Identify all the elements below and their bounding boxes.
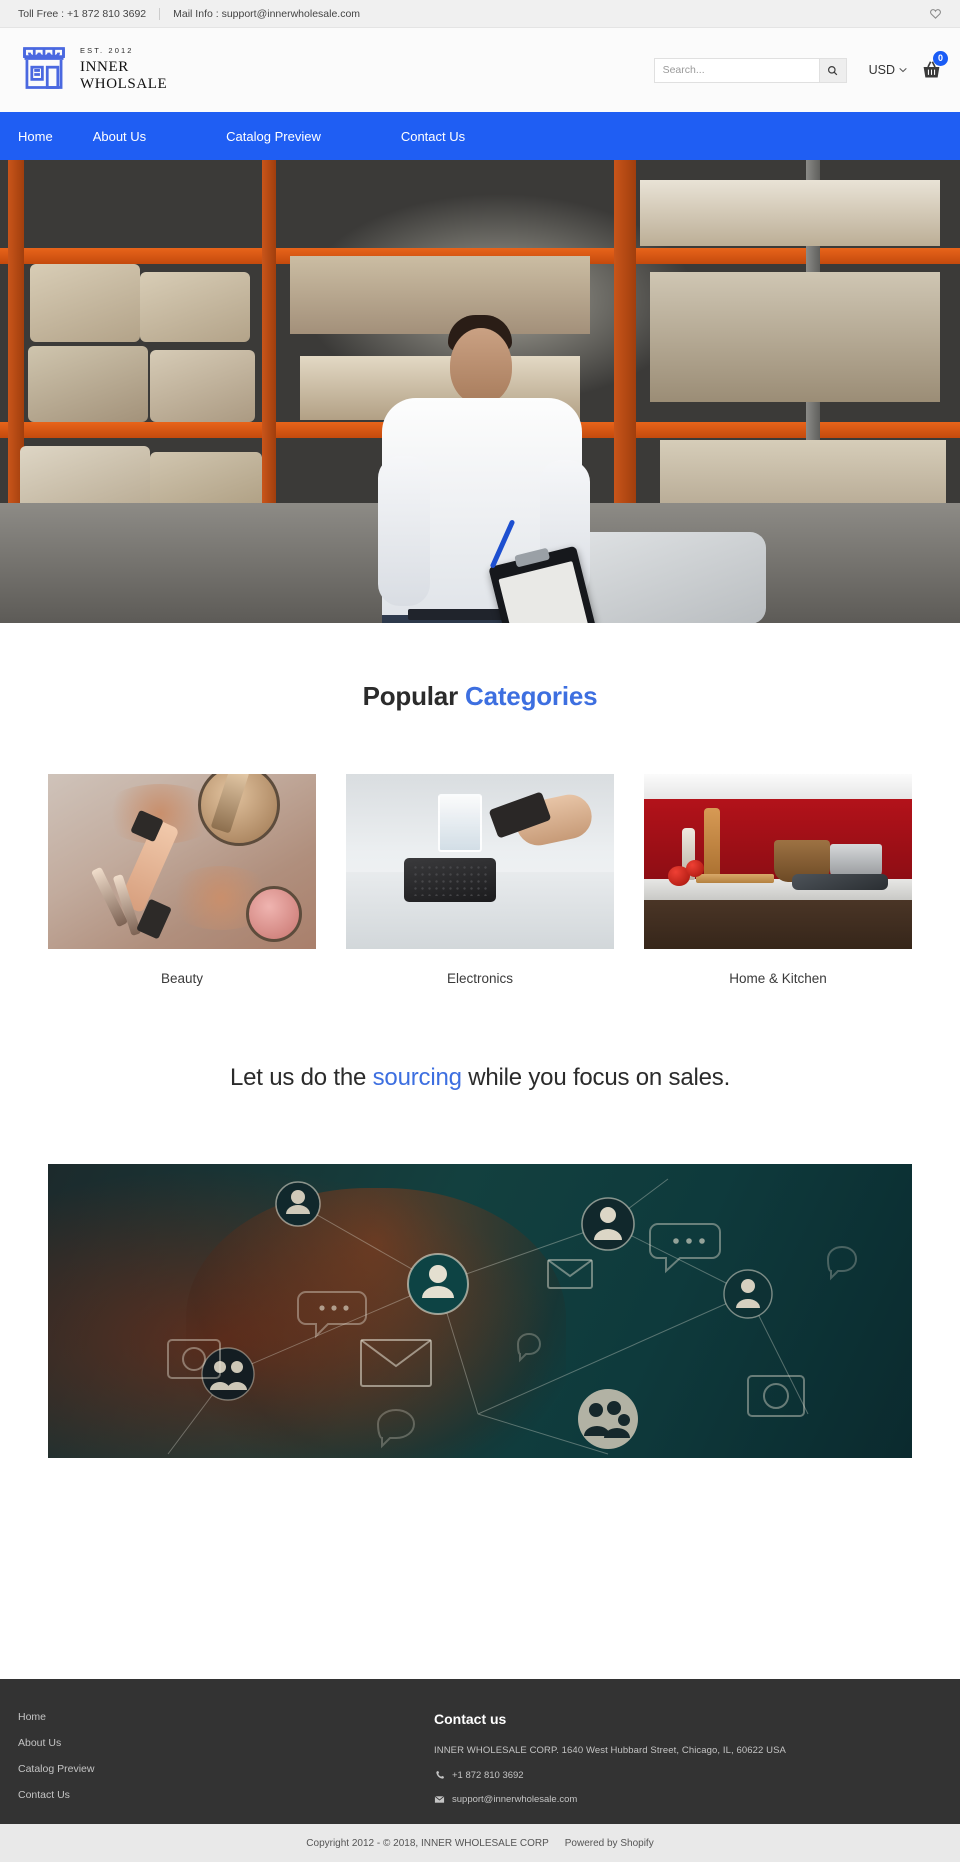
top-utility-bar: Toll Free : +1 872 810 3692 Mail Info : … [0, 0, 960, 28]
water-glass [438, 794, 482, 852]
kitchen-cloth [792, 874, 888, 890]
nav-item-about-us[interactable]: About Us [93, 129, 146, 144]
storefront-icon [18, 42, 70, 99]
hero-pallet-goods [30, 264, 140, 342]
copyright-text: Copyright 2012 - © 2018, INNER WHOLESALE… [306, 1837, 549, 1849]
cart-button[interactable]: 0 [921, 50, 948, 81]
footer-links: Home About Us Catalog Preview Contact Us [18, 1711, 418, 1824]
categories-heading-accent: Categories [465, 681, 598, 711]
kitchen-base-cabinets [644, 900, 912, 949]
hero-boxes [290, 256, 590, 334]
tagline-part-1: Let us do the [229, 1064, 373, 1091]
copyright-bar: Copyright 2012 - © 2018, INNER WHOLESALE… [0, 1824, 960, 1862]
bluetooth-speaker [404, 858, 496, 902]
categories-heading: Popular Categories [0, 681, 960, 712]
category-label-beauty: Beauty [160, 971, 204, 986]
mail-info-text: Mail Info : support@innerwholesale.com [173, 7, 361, 20]
sourcing-tagline: Let us do the sourcing while you focus o… [0, 1064, 960, 1092]
search-button[interactable] [818, 57, 847, 83]
chevron-down-icon [899, 67, 907, 73]
footer-contact-title: Contact us [434, 1711, 507, 1727]
clipboard-paper [498, 560, 594, 623]
footer-link-home[interactable]: Home [18, 1711, 418, 1723]
hero-boxes [640, 180, 940, 246]
footer-email-text: support@innerwholesale.com [452, 1794, 578, 1805]
envelope-icon [434, 1794, 445, 1805]
hero-wrapped-pallet [566, 532, 766, 623]
footer-email-row[interactable]: support@innerwholesale.com [434, 1794, 942, 1805]
beauty-blush [246, 886, 302, 942]
search-icon [827, 65, 838, 76]
pepper-mill [704, 808, 720, 880]
hero-person-arm-left [378, 456, 430, 606]
footer-link-contact-us[interactable]: Contact Us [18, 1789, 418, 1801]
category-label-electronics: Electronics [446, 971, 514, 986]
hero-banner [0, 160, 960, 623]
powered-by-text[interactable]: Powered by Shopify [565, 1838, 654, 1849]
network-banner-wrap [0, 1164, 960, 1458]
nav-item-home[interactable]: Home [18, 129, 53, 144]
heart-icon[interactable] [929, 7, 942, 20]
logo-text: EST. 2012 INNER WHOLSALE [80, 47, 167, 92]
toll-free-text: Toll Free : +1 872 810 3692 [18, 7, 147, 20]
footer-phone-text: +1 872 810 3692 [452, 1770, 524, 1781]
category-grid: Beauty Electronics Home & Kitchen [0, 774, 960, 986]
tagline-accent: sourcing [372, 1064, 462, 1091]
footer-link-catalog-preview[interactable]: Catalog Preview [18, 1763, 418, 1775]
categories-section: Popular Categories Beauty Electronics Ho… [0, 623, 960, 986]
kitchen-image [644, 774, 912, 949]
site-header: EST. 2012 INNER WHOLSALE USD [0, 28, 960, 112]
hero-pallet-goods [28, 346, 148, 422]
network-banner-image [48, 1164, 912, 1458]
cart-count-badge: 0 [933, 50, 948, 66]
logo-line-1: INNER [80, 58, 129, 75]
search-input[interactable] [653, 57, 819, 83]
hero-pallet-goods [150, 350, 255, 422]
hero-person-head [450, 328, 512, 404]
main-navigation: Home About Us Catalog Preview Contact Us [0, 112, 960, 160]
logo-line-2: WHOLSALE [80, 75, 168, 92]
category-label-home-kitchen: Home & Kitchen [729, 971, 827, 986]
network-graphic [167, 1178, 858, 1455]
footer-link-about-us[interactable]: About Us [18, 1737, 418, 1749]
topbar-divider [159, 7, 161, 20]
site-footer: Home About Us Catalog Preview Contact Us… [0, 1679, 960, 1824]
page-root: Toll Free : +1 872 810 3692 Mail Info : … [0, 0, 960, 1862]
footer-address: INNER WHOLESALE CORP. 1640 West Hubbard … [434, 1745, 786, 1756]
tagline-part-2: while you focus on sales. [461, 1064, 731, 1091]
tomato [686, 860, 704, 877]
phone-icon [434, 1770, 445, 1781]
kitchen-upper-cabinets [644, 774, 912, 801]
electronics-image [346, 774, 614, 949]
hero-boxes [650, 272, 940, 402]
logo-established: EST. 2012 [80, 46, 134, 56]
currency-selector[interactable]: USD [869, 63, 907, 77]
category-card-home-kitchen[interactable]: Home & Kitchen [644, 774, 912, 986]
categories-heading-plain: Popular [362, 681, 466, 711]
currency-value: USD [868, 63, 895, 77]
category-card-electronics[interactable]: Electronics [346, 774, 614, 986]
logo[interactable]: EST. 2012 INNER WHOLSALE [18, 42, 167, 99]
footer-contact: Contact us INNER WHOLESALE CORP. 1640 We… [418, 1711, 942, 1824]
nav-item-catalog-preview[interactable]: Catalog Preview [226, 129, 321, 144]
search-group [653, 57, 847, 83]
category-card-beauty[interactable]: Beauty [48, 774, 316, 986]
nav-item-contact-us[interactable]: Contact Us [401, 129, 465, 144]
footer-phone-row[interactable]: +1 872 810 3692 [434, 1770, 942, 1781]
hero-pallet-goods [140, 272, 250, 342]
beauty-image [48, 774, 316, 949]
cutting-board [696, 874, 774, 883]
